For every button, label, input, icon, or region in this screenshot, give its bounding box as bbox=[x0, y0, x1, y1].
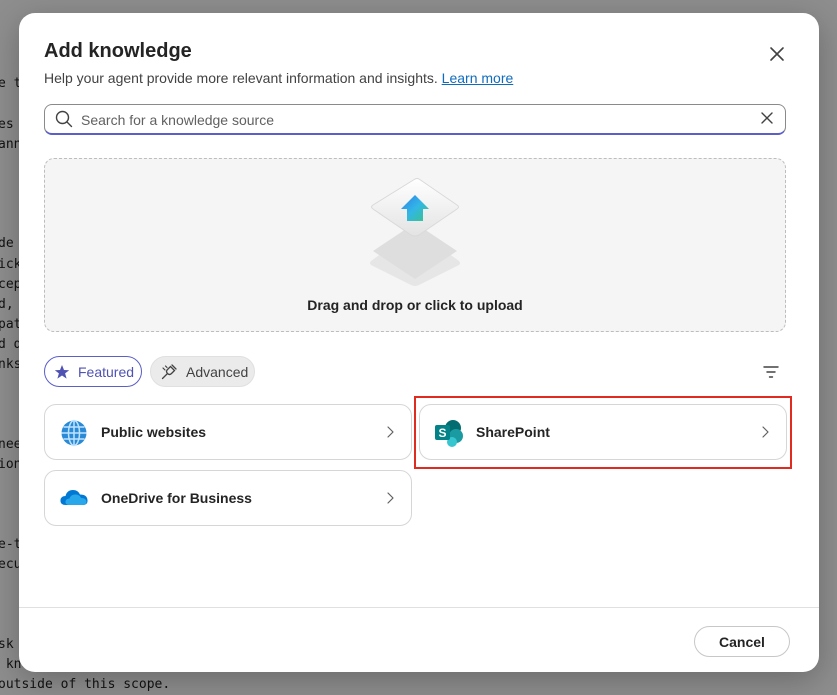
filter-icon bbox=[763, 366, 779, 378]
svg-text:S: S bbox=[438, 426, 446, 440]
upload-icon bbox=[370, 178, 460, 286]
chevron-right-icon bbox=[762, 426, 769, 438]
featured-tab-label: Featured bbox=[78, 363, 135, 380]
learn-more-link[interactable]: Learn more bbox=[442, 70, 514, 86]
subtitle-text: Help your agent provide more relevant in… bbox=[44, 70, 438, 86]
dialog-subtitle: Help your agent provide more relevant in… bbox=[44, 70, 513, 86]
cancel-button[interactable]: Cancel bbox=[694, 626, 790, 657]
advanced-tab[interactable]: Advanced bbox=[150, 356, 255, 387]
clear-icon[interactable] bbox=[759, 110, 775, 126]
dialog-title: Add knowledge bbox=[44, 40, 192, 62]
footer-divider bbox=[19, 607, 819, 608]
globe-icon bbox=[61, 419, 87, 447]
featured-tab[interactable]: Featured bbox=[44, 356, 142, 387]
chevron-right-icon bbox=[387, 492, 394, 504]
close-icon bbox=[770, 47, 784, 61]
upload-dropzone[interactable]: Drag and drop or click to upload bbox=[44, 158, 786, 332]
filter-button[interactable] bbox=[763, 365, 779, 379]
sharepoint-card[interactable]: S SharePoint bbox=[419, 404, 787, 460]
sharepoint-icon: S bbox=[435, 420, 463, 447]
search-input[interactable] bbox=[79, 108, 753, 132]
add-knowledge-dialog: Add knowledge Help your agent provide mo… bbox=[19, 13, 819, 672]
onedrive-label: OneDrive for Business bbox=[101, 490, 252, 506]
onedrive-icon bbox=[60, 490, 88, 505]
search-icon bbox=[55, 110, 73, 128]
knowledge-search-box bbox=[44, 104, 786, 135]
chevron-right-icon bbox=[387, 426, 394, 438]
close-button[interactable] bbox=[765, 42, 789, 66]
onedrive-card[interactable]: OneDrive for Business bbox=[44, 470, 412, 526]
plug-icon bbox=[161, 363, 177, 379]
dropzone-label: Drag and drop or click to upload bbox=[307, 297, 523, 313]
sharepoint-label: SharePoint bbox=[476, 424, 550, 440]
public-websites-label: Public websites bbox=[101, 424, 207, 440]
public-websites-card[interactable]: Public websites bbox=[44, 404, 412, 460]
star-icon bbox=[54, 364, 70, 379]
advanced-tab-label: Advanced bbox=[186, 363, 249, 380]
